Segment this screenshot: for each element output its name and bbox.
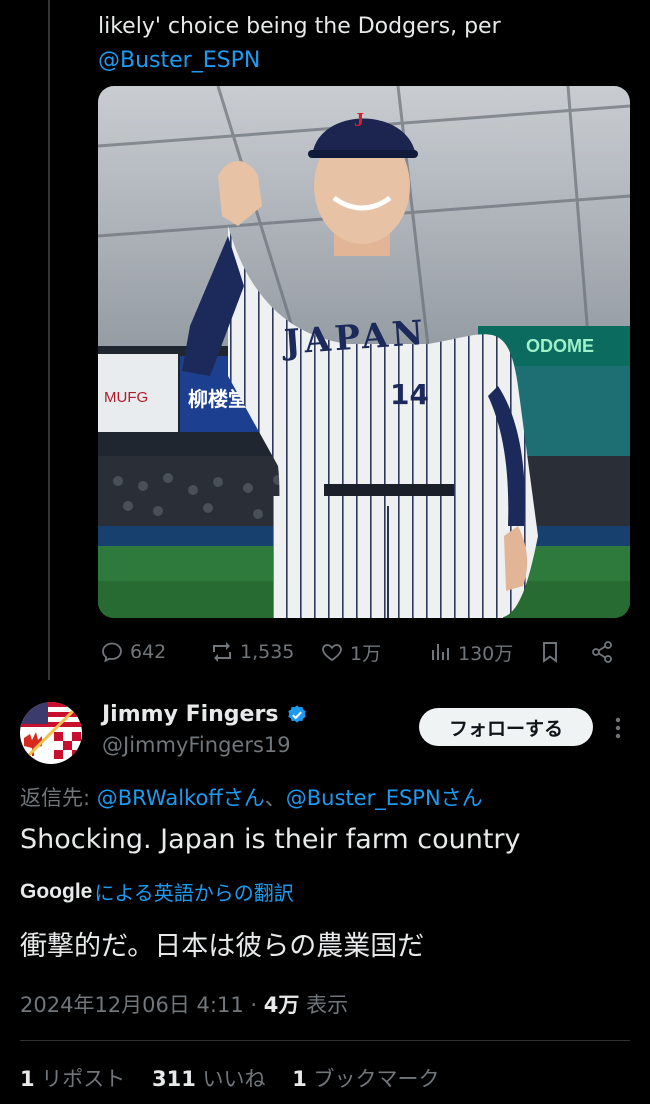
translation-label: による英語からの翻訳 — [94, 881, 294, 905]
reply-to-mention-2[interactable]: @Buster_ESPNさん — [286, 786, 483, 810]
meta-separator: · — [243, 993, 264, 1017]
divider — [20, 1040, 630, 1041]
cap-letter: J — [354, 109, 364, 131]
reply-count: 642 — [130, 641, 167, 663]
reply-action[interactable]: 642 — [100, 634, 166, 670]
views-count: 130万 — [458, 642, 514, 665]
verified-badge-icon — [288, 704, 307, 723]
translation-attribution[interactable]: Google による英語からの翻訳 — [20, 877, 294, 906]
google-logo: Google — [20, 879, 93, 903]
share-action[interactable] — [590, 634, 614, 670]
reply-icon — [102, 642, 122, 663]
bookmarks-count: 1 — [292, 1067, 307, 1091]
bookmarks-stat[interactable]: 1 ブックマーク — [292, 1067, 439, 1091]
repost-icon — [213, 642, 231, 662]
analytics-icon — [432, 644, 449, 660]
tweet-actions: 642 1,535 1万 130万 — [98, 634, 630, 670]
likes-label: いいね — [195, 1067, 266, 1091]
bookmark-icon — [543, 642, 557, 663]
reposts-label: リポスト — [34, 1067, 126, 1091]
tweet-text-line: likely' choice being the Dodgers, per — [98, 14, 501, 39]
bookmark-action[interactable] — [538, 634, 562, 670]
translated-text: 衝撃的だ。日本は彼らの農業国だ — [20, 931, 425, 962]
share-icon — [592, 641, 612, 663]
sign-left-text: MUFG — [104, 389, 148, 406]
jersey-number: 14 — [390, 378, 429, 411]
engagement-stats: 1 リポスト 311 いいね 1 ブックマーク — [20, 1063, 440, 1093]
display-name-text: Jimmy Fingers — [102, 702, 279, 727]
user-handle[interactable]: @JimmyFingers19 — [102, 733, 291, 757]
timestamp[interactable]: 2024年12月06日 4:11 — [20, 993, 244, 1017]
like-count: 1万 — [350, 642, 382, 665]
like-action[interactable]: 1万 — [320, 634, 381, 670]
avatar[interactable] — [20, 702, 82, 764]
view-label: 表示 — [299, 993, 349, 1017]
sign-right-text: ODOME — [526, 336, 594, 356]
mention-link[interactable]: @Buster_ESPN — [98, 44, 501, 78]
tweet-meta: 2024年12月06日 4:11 · 4万 表示 — [20, 989, 348, 1019]
reply-text: Shocking. Japan is their farm country — [20, 824, 521, 855]
avatar-flag-image — [20, 702, 82, 764]
reply-to-separator: 、 — [264, 786, 286, 810]
display-name[interactable]: Jimmy Fingers — [102, 702, 308, 727]
reposts-count: 1 — [20, 1067, 35, 1091]
reply-to-mention-1[interactable]: @BRWalkoffさん — [97, 786, 265, 810]
tweet-photo[interactable]: MUFG 柳楼堂 ODOME J JAPAN 14 — [98, 86, 630, 618]
reply-to-line: 返信先: @BRWalkoffさん、@Buster_ESPNさん — [20, 782, 483, 812]
repost-count: 1,535 — [240, 641, 295, 663]
bookmarks-label: ブックマーク — [306, 1067, 440, 1091]
repost-action[interactable]: 1,535 — [210, 634, 294, 670]
heart-icon — [322, 644, 342, 662]
previous-tweet-text: likely' choice being the Dodgers, per @B… — [98, 10, 501, 78]
likes-stat[interactable]: 311 いいね — [152, 1067, 266, 1091]
likes-count: 311 — [152, 1067, 196, 1091]
view-count: 4万 — [263, 993, 300, 1017]
follow-button[interactable]: フォローする — [419, 708, 593, 746]
player-photo-illustration: MUFG 柳楼堂 ODOME J JAPAN 14 — [98, 86, 630, 618]
more-options-icon[interactable] — [610, 714, 626, 742]
reposts-stat[interactable]: 1 リポスト — [20, 1067, 125, 1091]
thread-line — [48, 0, 50, 680]
reply-to-prefix: 返信先: — [20, 786, 97, 810]
views-action[interactable]: 130万 — [428, 634, 513, 670]
